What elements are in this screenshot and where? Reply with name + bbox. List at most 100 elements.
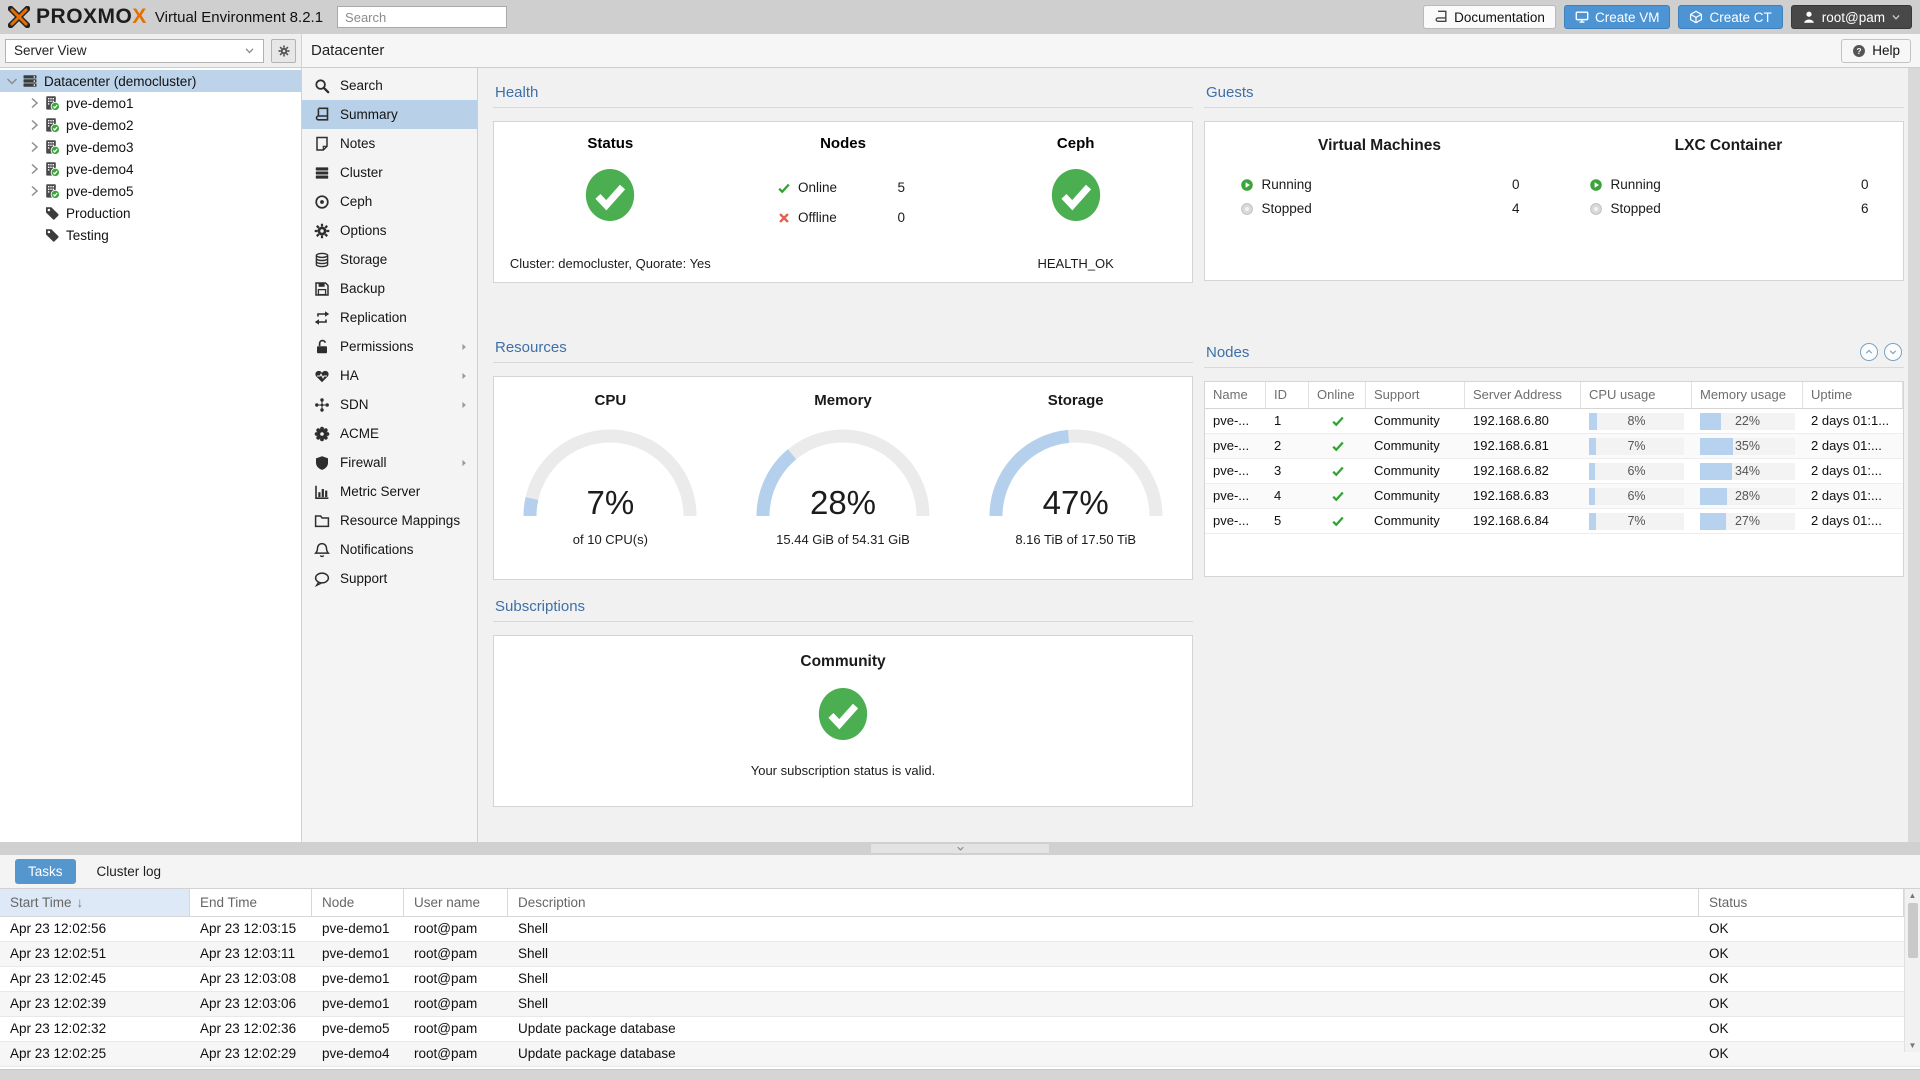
nodes-column-header[interactable]: Memory usage: [1692, 382, 1803, 408]
stopped-circle-icon: [1589, 202, 1603, 216]
scroll-down-icon[interactable]: ▼: [1909, 1039, 1917, 1052]
node-cpu-usage: 7%: [1581, 434, 1692, 458]
create-vm-button[interactable]: Create VM: [1564, 5, 1671, 29]
horizontal-scrollbar[interactable]: [0, 1069, 1920, 1080]
user-menu-button[interactable]: root@pam: [1791, 5, 1912, 29]
tree-item-datacenter-democluster[interactable]: Datacenter (democluster): [0, 70, 301, 92]
vm-running-count: 0: [1512, 177, 1520, 192]
sidebar-item-acme[interactable]: ACME: [302, 419, 477, 448]
sidebar-item-backup[interactable]: Backup: [302, 274, 477, 303]
chevron-right-icon[interactable]: [26, 139, 42, 155]
content-scrollbar[interactable]: [1908, 68, 1920, 842]
task-row[interactable]: Apr 23 12:02:51Apr 23 12:03:11pve-demo1r…: [0, 942, 1920, 967]
sidebar-item-permissions[interactable]: Permissions: [302, 332, 477, 361]
tab-cluster-log[interactable]: Cluster log: [84, 859, 175, 884]
sidebar-item-firewall[interactable]: Firewall: [302, 448, 477, 477]
collapse-up-button[interactable]: [1860, 343, 1878, 361]
health-ceph-column: Ceph HEALTH_OK: [959, 122, 1192, 282]
splitter-handle[interactable]: [871, 844, 1049, 853]
task-row[interactable]: Apr 23 12:02:39Apr 23 12:03:06pve-demo1r…: [0, 992, 1920, 1017]
nodes-column-header[interactable]: Online: [1309, 382, 1366, 408]
chevron-right-icon[interactable]: [26, 183, 42, 199]
tasks-column-header[interactable]: Node: [312, 889, 404, 916]
task-row[interactable]: Apr 23 12:02:32Apr 23 12:02:36pve-demo5r…: [0, 1017, 1920, 1042]
documentation-button[interactable]: Documentation: [1423, 5, 1556, 29]
tree-item-pve-demo2[interactable]: pve-demo2: [0, 114, 301, 136]
node-row[interactable]: pve-...4Community192.168.6.836%28%2 days…: [1205, 484, 1903, 509]
cpu-usage-bar: 8%: [1589, 413, 1684, 430]
nodes-column-header[interactable]: Name: [1205, 382, 1266, 408]
scroll-up-icon[interactable]: ▲: [1909, 889, 1917, 902]
content-area: Health Status Cluster: democluster, Quor…: [478, 68, 1920, 842]
nodes-panel: Nodes NameIDOnlineSupportServer AddressC…: [1204, 343, 1904, 577]
chevron-right-icon[interactable]: [26, 117, 42, 133]
create-ct-button[interactable]: Create CT: [1678, 5, 1782, 29]
help-button[interactable]: ? Help: [1841, 39, 1911, 63]
panel-splitter[interactable]: [0, 842, 1920, 855]
tasks-column-header[interactable]: User name: [404, 889, 508, 916]
tree-settings-button[interactable]: [271, 39, 296, 63]
node-row[interactable]: pve-...1Community192.168.6.808%22%2 days…: [1205, 409, 1903, 434]
node-row[interactable]: pve-...3Community192.168.6.826%34%2 days…: [1205, 459, 1903, 484]
task-node: pve-demo1: [312, 992, 404, 1016]
scrollbar-thumb[interactable]: [1908, 903, 1918, 958]
tree-item-pve-demo1[interactable]: pve-demo1: [0, 92, 301, 114]
tasks-column-header[interactable]: Start Time↓: [0, 889, 190, 916]
tree-item-pve-demo3[interactable]: pve-demo3: [0, 136, 301, 158]
nodes-column-header[interactable]: Support: [1366, 382, 1465, 408]
chevron-down-icon[interactable]: [4, 73, 20, 89]
task-status: OK: [1699, 992, 1904, 1016]
datacenter-menu: SearchSummaryNotesClusterCephOptionsStor…: [302, 68, 478, 842]
sidebar-item-summary[interactable]: Summary: [302, 100, 477, 129]
node-icon: [44, 139, 60, 155]
health-status-column: Status Cluster: democluster, Quorate: Ye…: [494, 122, 727, 282]
node-name: pve-...: [1205, 434, 1266, 458]
task-row[interactable]: Apr 23 12:02:56Apr 23 12:03:15pve-demo1r…: [0, 917, 1920, 942]
tasks-column-header[interactable]: Description: [508, 889, 1699, 916]
tasks-scrollbar[interactable]: ▲ ▼: [1904, 889, 1920, 1052]
sidebar-item-notes[interactable]: Notes: [302, 129, 477, 158]
task-description: Update package database: [508, 1042, 1699, 1066]
tree-item-testing[interactable]: Testing: [0, 224, 301, 246]
collapse-down-button[interactable]: [1884, 343, 1902, 361]
sidebar-item-notifications[interactable]: Notifications: [302, 535, 477, 564]
tree-item-pve-demo4[interactable]: pve-demo4: [0, 158, 301, 180]
sidebar-item-sdn[interactable]: SDN: [302, 390, 477, 419]
nodes-column-header[interactable]: ID: [1266, 382, 1309, 408]
sidebar-item-replication[interactable]: Replication: [302, 303, 477, 332]
sidebar-item-label: Notifications: [340, 542, 414, 557]
chevron-right-icon[interactable]: [26, 95, 42, 111]
sidebar-item-search[interactable]: Search: [302, 71, 477, 100]
tab-tasks[interactable]: Tasks: [15, 859, 76, 884]
tasks-column-header[interactable]: End Time: [190, 889, 312, 916]
node-icon: [44, 117, 60, 133]
subscriptions-panel-title: Subscriptions: [493, 598, 1193, 622]
sidebar-item-cluster[interactable]: Cluster: [302, 158, 477, 187]
tree-item-pve-demo5[interactable]: pve-demo5: [0, 180, 301, 202]
view-select[interactable]: Server View: [5, 39, 264, 63]
sidebar-item-support[interactable]: Support: [302, 564, 477, 593]
nodes-column-header[interactable]: Server Address: [1465, 382, 1581, 408]
global-search-input[interactable]: [337, 6, 507, 28]
sidebar-item-storage[interactable]: Storage: [302, 245, 477, 274]
resources-panel-title: Resources: [493, 339, 1193, 363]
nodes-column-header[interactable]: Uptime: [1803, 382, 1903, 408]
task-status: OK: [1699, 1017, 1904, 1041]
task-row[interactable]: Apr 23 12:02:25Apr 23 12:02:29pve-demo4r…: [0, 1042, 1920, 1067]
tasks-column-header[interactable]: Status: [1699, 889, 1904, 916]
acme-icon: [314, 426, 330, 442]
sidebar-item-ha[interactable]: HA: [302, 361, 477, 390]
node-address: 192.168.6.84: [1465, 509, 1581, 533]
task-row[interactable]: Apr 23 12:02:45Apr 23 12:03:08pve-demo1r…: [0, 967, 1920, 992]
sidebar-item-ceph[interactable]: Ceph: [302, 187, 477, 216]
sidebar-item-options[interactable]: Options: [302, 216, 477, 245]
chevron-right-icon[interactable]: [26, 161, 42, 177]
memory-usage-bar: 35%: [1700, 438, 1795, 455]
sidebar-item-resource-mappings[interactable]: Resource Mappings: [302, 506, 477, 535]
node-row[interactable]: pve-...2Community192.168.6.817%35%2 days…: [1205, 434, 1903, 459]
nodes-column-header[interactable]: CPU usage: [1581, 382, 1692, 408]
sidebar-item-metric-server[interactable]: Metric Server: [302, 477, 477, 506]
node-row[interactable]: pve-...5Community192.168.6.847%27%2 days…: [1205, 509, 1903, 534]
task-user: root@pam: [404, 1042, 508, 1066]
tree-item-production[interactable]: Production: [0, 202, 301, 224]
